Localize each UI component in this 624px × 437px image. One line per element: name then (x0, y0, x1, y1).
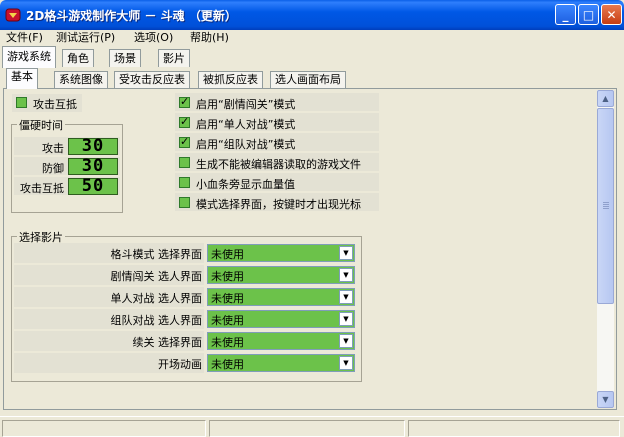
story-mode-label: 启用“剧情闯关”模式 (196, 98, 296, 111)
movie-label-fight-select: 格斗模式 选择界面 (110, 248, 203, 261)
movie-label-continue-select: 续关 选择界面 (132, 336, 203, 349)
tab-character[interactable]: 角色 (62, 49, 94, 67)
movie-value-continue-select: 未使用 (211, 336, 244, 349)
protected-file-label: 生成不能被编辑器读取的游戏文件 (196, 158, 361, 171)
minimize-icon: _ (562, 7, 569, 22)
movie-value-story-select: 未使用 (211, 270, 244, 283)
story-mode-checkbox[interactable]: ✓ (179, 95, 190, 108)
status-bar (0, 416, 624, 437)
chevron-down-icon[interactable]: ▼ (339, 268, 353, 282)
stiffness-clash-value[interactable]: 50 (68, 178, 118, 195)
movie-value-single-select: 未使用 (211, 292, 244, 305)
vertical-scrollbar[interactable]: ▲ ▼ (597, 90, 614, 408)
stiffness-defense-value[interactable]: 30 (68, 158, 118, 175)
minimize-button[interactable]: _ (555, 4, 576, 25)
subtab-hit-reaction[interactable]: 受攻击反应表 (114, 71, 190, 88)
check-icon: ✓ (180, 135, 190, 148)
subtab-system-images[interactable]: 系统图像 (54, 71, 108, 88)
chevron-down-icon: ▼ (602, 395, 609, 404)
status-cell (209, 420, 405, 437)
check-icon: ✓ (180, 115, 190, 128)
menu-file[interactable]: 文件(F) (6, 30, 43, 46)
menu-bar: 文件(F) 测试运行(P) 选项(O) 帮助(H) (0, 30, 624, 46)
single-battle-label: 启用“单人对战”模式 (196, 118, 296, 131)
stiffness-attack-value[interactable]: 30 (68, 138, 118, 155)
cursor-on-key-checkbox[interactable] (179, 197, 190, 208)
maximize-button[interactable]: □ (578, 4, 599, 25)
show-hp-value-label: 小血条旁显示血量值 (196, 178, 295, 191)
movie-label-story-select: 剧情闯关 选人界面 (110, 270, 203, 283)
movie-select-team-select[interactable]: 未使用 ▼ (207, 310, 355, 328)
chevron-down-icon[interactable]: ▼ (339, 246, 353, 260)
attack-clash-label: 攻击互抵 (33, 98, 77, 111)
grip-icon (603, 204, 609, 205)
menu-help[interactable]: 帮助(H) (190, 30, 229, 46)
movie-label-team-select: 组队对战 选人界面 (110, 314, 203, 327)
chevron-up-icon: ▲ (602, 94, 609, 103)
app-icon[interactable] (5, 7, 21, 23)
scroll-down-button[interactable]: ▼ (597, 391, 614, 408)
maximize-icon: □ (582, 7, 595, 22)
movie-select-continue-select[interactable]: 未使用 ▼ (207, 332, 355, 350)
movie-select-single-select[interactable]: 未使用 ▼ (207, 288, 355, 306)
menu-test-run[interactable]: 测试运行(P) (56, 30, 115, 46)
cursor-on-key-label: 模式选择界面，按键时才出现光标 (196, 198, 361, 211)
movie-select-fight-select[interactable]: 未使用 ▼ (207, 244, 355, 262)
movie-value-fight-select: 未使用 (211, 248, 244, 261)
team-battle-checkbox[interactable]: ✓ (179, 135, 190, 148)
chevron-down-icon[interactable]: ▼ (339, 290, 353, 304)
subtab-grab-reaction[interactable]: 被抓反应表 (198, 71, 263, 88)
movie-select-story-select[interactable]: 未使用 ▼ (207, 266, 355, 284)
tab-scene[interactable]: 场景 (109, 49, 141, 67)
attack-clash-checkbox[interactable] (16, 97, 27, 108)
chevron-down-icon[interactable]: ▼ (339, 312, 353, 326)
scroll-up-button[interactable]: ▲ (597, 90, 614, 107)
window-title: 2D格斗游戏制作大师 － 斗魂 （更新） (26, 9, 237, 23)
close-button[interactable]: ✕ (601, 4, 622, 25)
movie-value-opening: 未使用 (211, 358, 244, 371)
movie-value-team-select: 未使用 (211, 314, 244, 327)
tab-game-system[interactable]: 游戏系统 (2, 46, 56, 68)
menu-options[interactable]: 选项(O) (134, 30, 173, 46)
show-hp-value-checkbox[interactable] (179, 177, 190, 188)
top-tab-bar: 游戏系统 角色 场景 影片 (0, 46, 624, 68)
single-battle-checkbox[interactable]: ✓ (179, 115, 190, 128)
movie-label-opening: 开场动画 (158, 358, 202, 371)
subtab-basic[interactable]: 基本 (6, 68, 38, 89)
status-cell (408, 420, 620, 437)
scroll-thumb[interactable] (597, 108, 614, 304)
chevron-down-icon[interactable]: ▼ (339, 334, 353, 348)
subtab-select-layout[interactable]: 选人画面布局 (270, 71, 346, 88)
tab-movie[interactable]: 影片 (158, 49, 190, 67)
close-icon: ✕ (606, 7, 617, 22)
status-cell (2, 420, 206, 437)
check-icon: ✓ (180, 95, 190, 108)
protected-file-checkbox[interactable] (179, 157, 190, 168)
movie-select-opening[interactable]: 未使用 ▼ (207, 354, 355, 372)
stiffness-attack-label: 攻击 (42, 142, 64, 155)
title-bar: 2D格斗游戏制作大师 － 斗魂 （更新） _ □ ✕ (0, 0, 624, 30)
chevron-down-icon[interactable]: ▼ (339, 356, 353, 370)
movie-label-single-select: 单人对战 选人界面 (110, 292, 203, 305)
stiffness-group-title: 僵硬时间 (17, 117, 65, 133)
stiffness-defense-label: 防御 (42, 162, 64, 175)
team-battle-label: 启用“组队对战”模式 (196, 138, 296, 151)
stiffness-clash-label: 攻击互抵 (20, 182, 64, 195)
